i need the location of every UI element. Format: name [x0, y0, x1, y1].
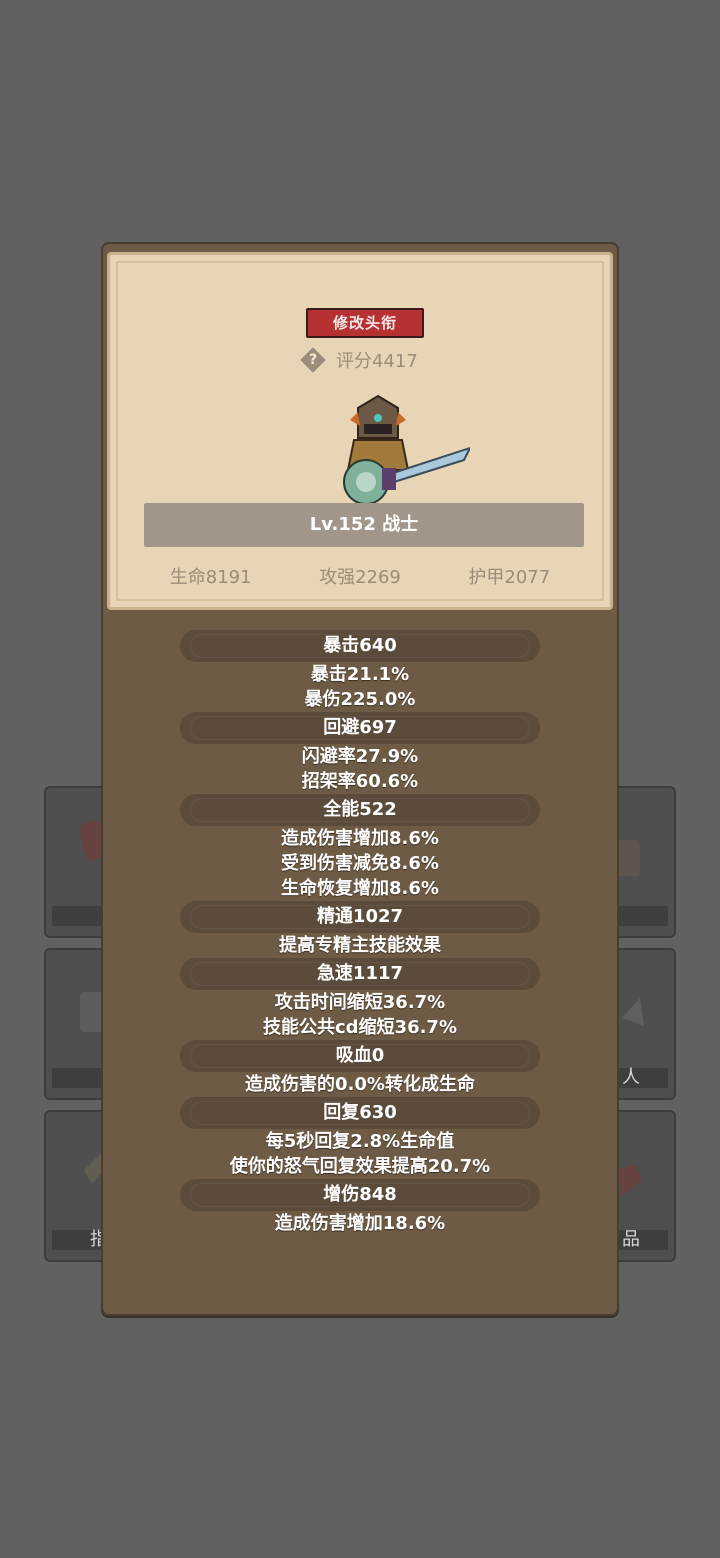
- stat-detail: 提高专精主技能效果: [279, 935, 441, 956]
- stat-armor: 护甲2077: [468, 567, 551, 588]
- stat-group-crit: 暴击640 暴击21.1% 暴伤225.0%: [103, 630, 617, 712]
- stat-detail: 每5秒回复2.8%生命值: [265, 1131, 455, 1152]
- character-stats-panel: 修改头衔 ? 评分4417 Lv.152 战士 生命8191 攻强2269 护甲…: [101, 242, 619, 1316]
- stat-detail: 闪避率27.9%: [301, 746, 419, 767]
- stat-detail: 攻击时间缩短36.7%: [274, 992, 446, 1013]
- stat-detail: 暴伤225.0%: [304, 689, 416, 710]
- stat-header: 吸血0: [180, 1040, 540, 1072]
- slot-label: 品: [622, 1229, 640, 1250]
- stat-detail: 暴击21.1%: [310, 664, 410, 685]
- stat-group-lifesteal: 吸血0 造成伤害的0.0%转化成生命: [103, 1040, 617, 1097]
- stat-detail: 生命恢复增加8.6%: [281, 878, 439, 899]
- secondary-stats-list: 暴击640 暴击21.1% 暴伤225.0% 回避697 闪避率27.9% 招架…: [103, 630, 617, 1236]
- stat-detail: 技能公共cd缩短36.7%: [262, 1017, 457, 1038]
- help-icon[interactable]: ?: [300, 347, 326, 373]
- stat-header: 暴击640: [180, 630, 540, 662]
- level-banner: Lv.152 战士: [144, 503, 584, 547]
- stat-header: 回避697: [180, 712, 540, 744]
- slot-label: 人: [622, 1067, 640, 1088]
- stat-health: 生命8191: [169, 567, 252, 588]
- stat-header: 急速1117: [180, 958, 540, 990]
- warrior-character-sprite: [343, 394, 470, 505]
- stat-header: 回复630: [180, 1097, 540, 1129]
- stat-group-mastery: 精通1027 提高专精主技能效果: [103, 901, 617, 958]
- stat-group-recovery: 回复630 每5秒回复2.8%生命值 使你的怒气回复效果提高20.7%: [103, 1097, 617, 1179]
- stat-attack-power: 攻强2269: [319, 567, 401, 588]
- stat-header: 增伤848: [180, 1179, 540, 1211]
- stat-detail: 使你的怒气回复效果提高20.7%: [229, 1156, 491, 1177]
- change-title-button[interactable]: 修改头衔: [306, 308, 424, 338]
- score-label: 评分4417: [336, 351, 418, 372]
- stat-detail: 招架率60.6%: [301, 771, 419, 792]
- stat-header: 全能522: [180, 794, 540, 826]
- stat-detail: 受到伤害减免8.6%: [281, 853, 439, 874]
- score-row: ? 评分4417: [300, 347, 418, 373]
- stat-group-haste: 急速1117 攻击时间缩短36.7% 技能公共cd缩短36.7%: [103, 958, 617, 1040]
- stat-group-damage-increase: 增伤848 造成伤害增加18.6%: [103, 1179, 617, 1236]
- basic-stats-row: 生命8191 攻强2269 护甲2077: [110, 563, 610, 589]
- stat-detail: 造成伤害增加18.6%: [274, 1213, 446, 1234]
- stat-header: 精通1027: [180, 901, 540, 933]
- stat-group-avoidance: 回避697 闪避率27.9% 招架率60.6%: [103, 712, 617, 794]
- stat-detail: 造成伤害增加8.6%: [281, 828, 439, 849]
- character-card: 修改头衔 ? 评分4417 Lv.152 战士 生命8191 攻强2269 护甲…: [107, 252, 613, 610]
- stat-detail: 造成伤害的0.0%转化成生命: [245, 1074, 475, 1095]
- stat-group-versatility: 全能522 造成伤害增加8.6% 受到伤害减免8.6% 生命恢复增加8.6%: [103, 794, 617, 901]
